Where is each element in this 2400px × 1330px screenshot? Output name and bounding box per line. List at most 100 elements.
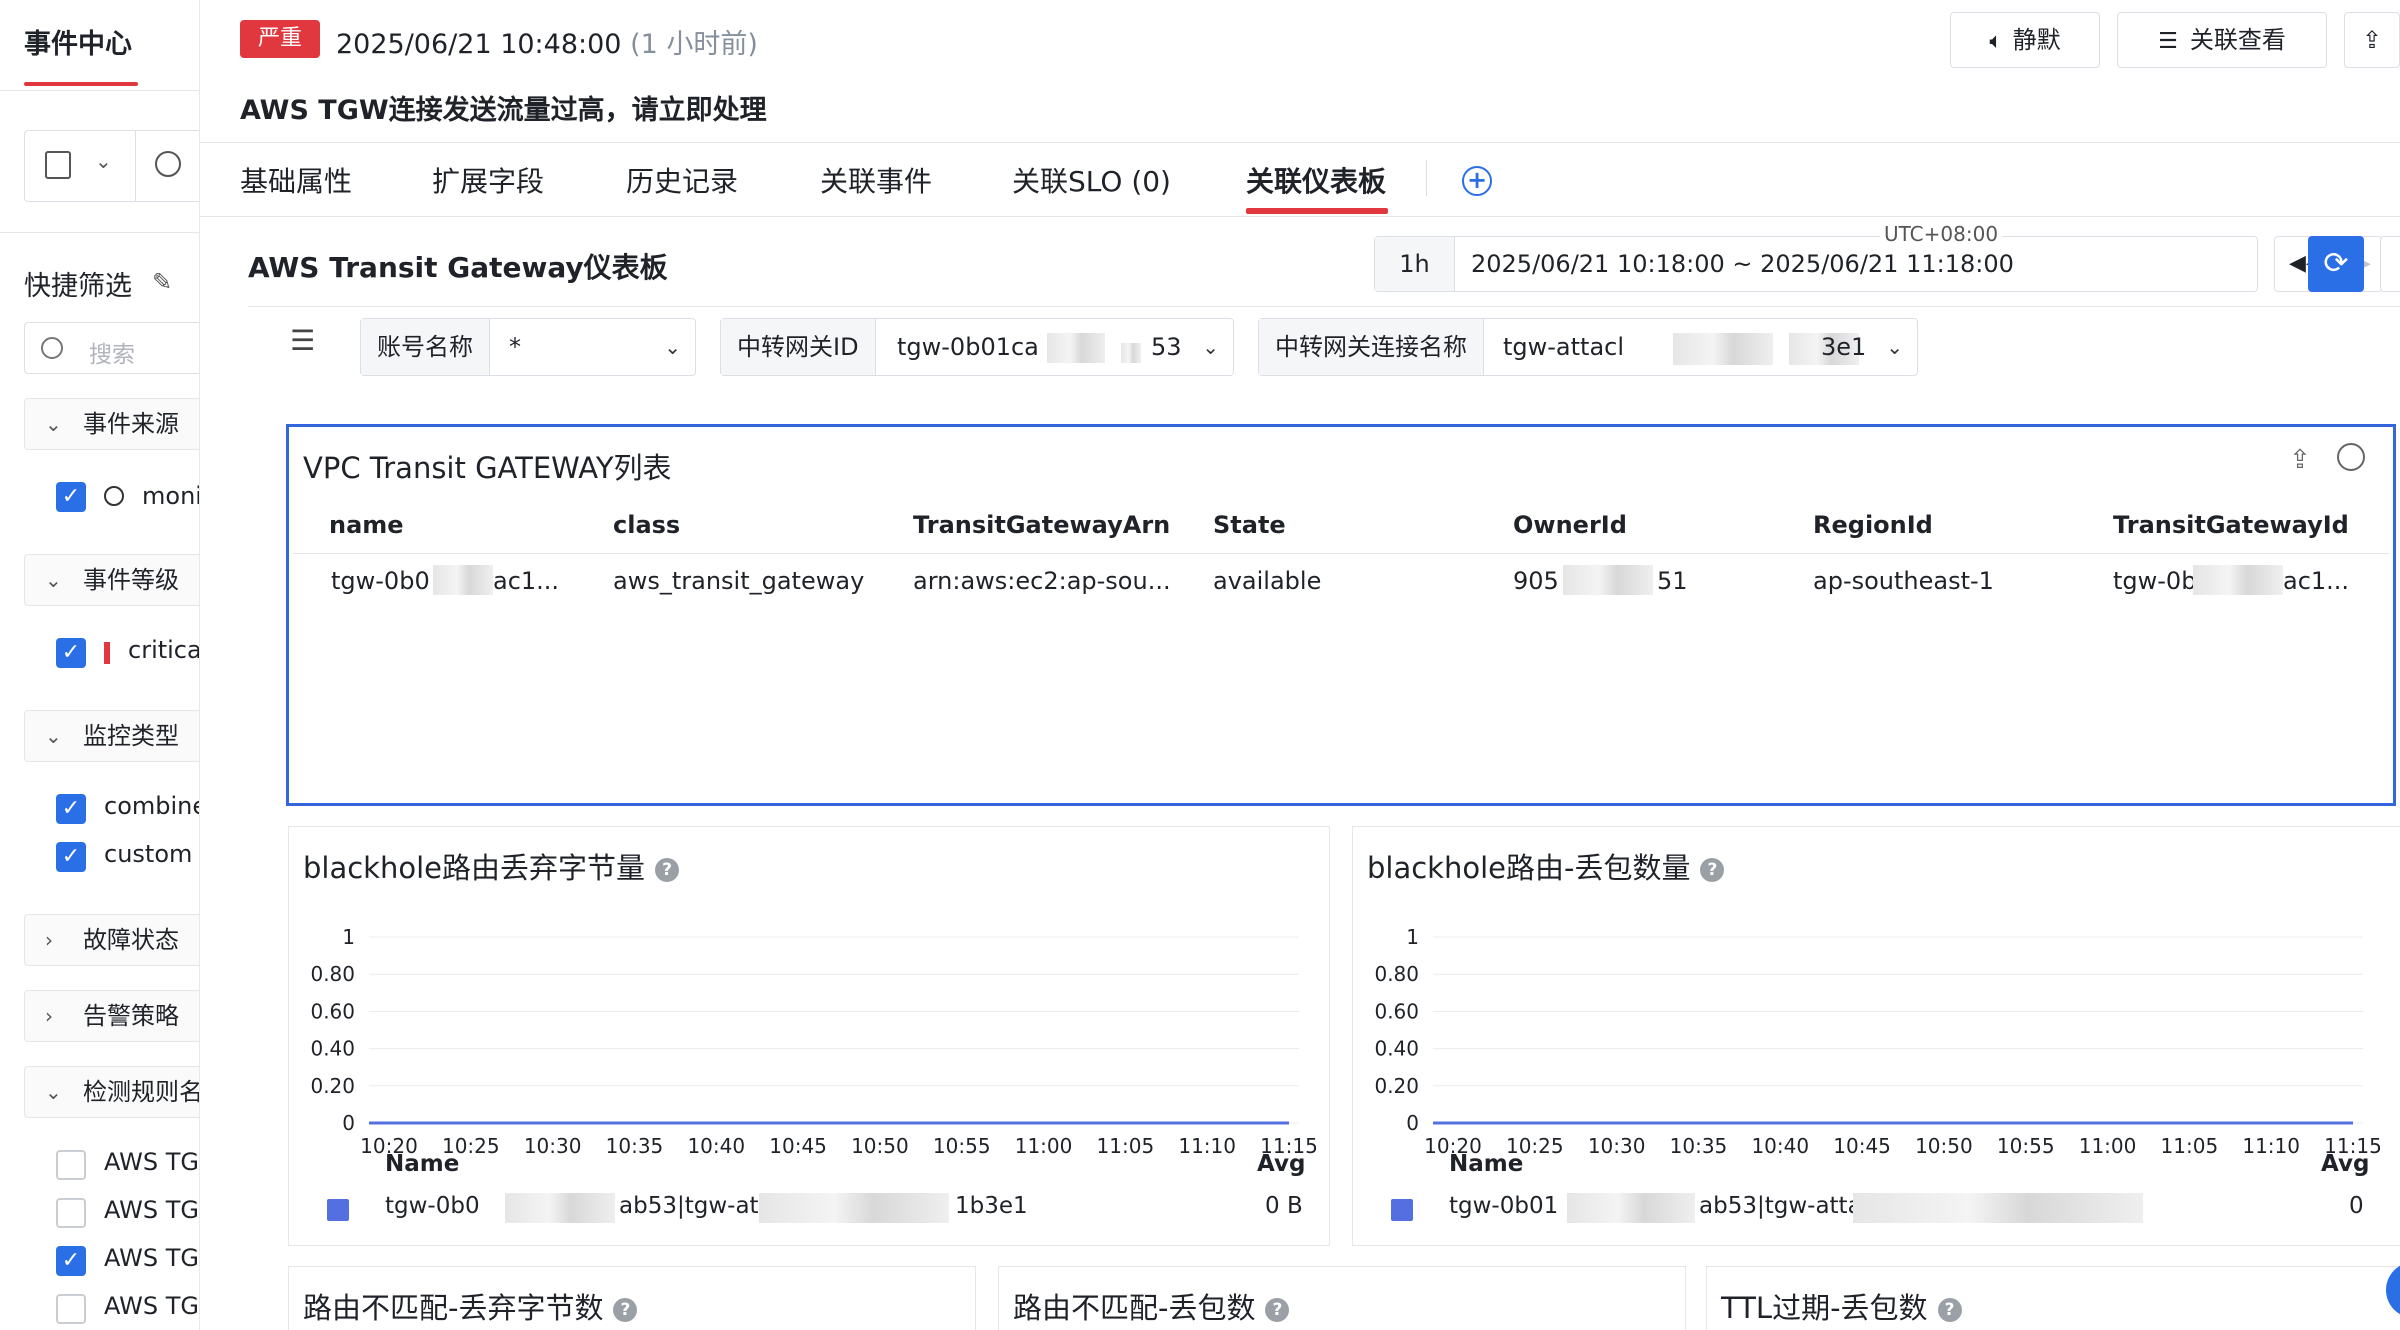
y-tick-label: 0.60 (1374, 999, 1419, 1023)
time-range-picker[interactable]: 1h 2025/06/21 10:18:00 ~ 2025/06/21 11:1… (1374, 236, 2258, 292)
table-row[interactable]: tgw-0b0 ac1... aws_transit_gateway arn:a… (293, 555, 2389, 609)
x-tick-label: 10:45 (769, 1134, 827, 1158)
group-alert-policy[interactable]: › 告警策略 (24, 990, 199, 1042)
column-header[interactable]: OwnerId (1513, 511, 1627, 539)
redacted-block (1567, 1193, 1695, 1223)
mute-button[interactable]: 🔈︎ 静默 (1950, 12, 2100, 68)
y-tick-label: 0.80 (310, 962, 355, 986)
chevron-down-icon: ⌄ (45, 412, 62, 436)
chart-panel-route-mismatch-packets[interactable]: 路由不匹配-丢包数? (998, 1266, 1686, 1330)
tab-basic-attrs[interactable]: 基础属性 (240, 160, 352, 200)
group-event-source[interactable]: ⌄ 事件来源 (24, 398, 199, 450)
divider (0, 232, 199, 233)
redacted-block (1047, 333, 1105, 363)
legend-series-prefix[interactable]: tgw-0b01 (1449, 1193, 1558, 1219)
redacted-block (1121, 343, 1141, 363)
collapse-button[interactable] (2380, 236, 2400, 292)
share-button[interactable]: ⇪ (2344, 12, 2400, 68)
legend-avg-value: 0 B (1265, 1193, 1303, 1219)
filter-attachment-name[interactable]: 中转网关连接名称 tgw-attacl 3e1 ⌄ (1258, 318, 1918, 376)
chart-panel-ttl-expired-packets[interactable]: TTL过期-丢包数? (1706, 1266, 2400, 1330)
legend-series-prefix[interactable]: tgw-0b0 (385, 1193, 480, 1219)
column-header[interactable]: RegionId (1813, 511, 1933, 539)
chart-panel-route-mismatch-bytes[interactable]: 路由不匹配-丢弃字节数? (288, 1266, 976, 1330)
legend-series-mid[interactable]: ab53|tgw-atta (1699, 1193, 1862, 1219)
column-header[interactable]: State (1213, 511, 1286, 539)
column-header[interactable]: TransitGatewayId (2113, 511, 2349, 539)
filter-account-name[interactable]: 账号名称 * ⌄ (360, 318, 696, 376)
filter-transit-gateway-id[interactable]: 中转网关ID tgw-0b01ca 53 ⌄ (720, 318, 1234, 376)
group-rule-name[interactable]: ⌄ 检测规则名 (24, 1066, 199, 1118)
tab-related-slo[interactable]: 关联SLO (0) (1012, 160, 1171, 200)
filter-label: 中转网关ID (721, 319, 876, 375)
help-icon[interactable]: ? (655, 858, 679, 882)
active-tab-indicator (1246, 208, 1388, 214)
group-monitor-type[interactable]: ⌄ 监控类型 (24, 710, 199, 762)
event-relative-time: (1 小时前) (630, 29, 758, 60)
tab-related-events[interactable]: 关联事件 (820, 160, 932, 200)
filter-value-suffix: 3e1 (1821, 333, 1867, 361)
legend-series-suffix[interactable]: 1b3e1 (955, 1193, 1028, 1219)
search-icon[interactable] (155, 151, 181, 177)
redacted-block (1673, 333, 1773, 365)
filter-search-input[interactable]: 搜索 (24, 322, 199, 374)
y-tick-label: 0.80 (1374, 962, 1419, 986)
help-icon[interactable]: ? (1265, 1298, 1290, 1322)
x-tick-label: 10:30 (1588, 1134, 1646, 1158)
y-tick-label: 0.40 (1374, 1037, 1419, 1061)
x-tick-label: 10:45 (1833, 1134, 1891, 1158)
sidebar-title[interactable]: 事件中心 (24, 22, 132, 61)
legend-name-header: Name (385, 1151, 460, 1177)
divider (1426, 160, 1427, 196)
mute-label: 静默 (2012, 26, 2061, 54)
chart-panel-blackhole-packets[interactable]: blackhole路由-丢包数量? 0 0.20 0.40 0.60 0.80 1 10:2… (1352, 826, 2400, 1246)
event-time: 2025/06/21 10:48:00 (1 小时前) (336, 22, 758, 61)
legend-series-mid[interactable]: ab53|tgw-at (619, 1193, 759, 1219)
checkbox[interactable]: ✓ (56, 638, 86, 668)
add-tab-icon[interactable]: + (1462, 166, 1492, 196)
tab-history[interactable]: 历史记录 (626, 160, 738, 200)
checkbox[interactable]: ✓ (56, 482, 86, 512)
zoom-icon[interactable] (2337, 443, 2365, 471)
monitor-type-item: combine (104, 792, 200, 820)
checkbox[interactable]: ✓ (56, 842, 86, 872)
help-icon[interactable]: ? (613, 1298, 638, 1322)
cell-arn: arn:aws:ec2:ap-sou... (913, 567, 1171, 595)
help-icon[interactable]: ? (1937, 1298, 1962, 1322)
group-label: 告警策略 (83, 1002, 179, 1030)
chevron-down-icon[interactable]: ⌄ (95, 149, 112, 173)
related-view-button[interactable]: ☰ 关联查看 (2117, 12, 2327, 68)
quick-range-button[interactable]: 1h (1375, 237, 1455, 291)
column-header[interactable]: TransitGatewayArn (913, 511, 1170, 539)
group-label: 监控类型 (83, 722, 179, 750)
view-switcher[interactable]: ⌄ (24, 130, 199, 202)
tab-related-dashboard[interactable]: 关联仪表板 (1246, 160, 1386, 200)
search-placeholder: 搜索 (89, 342, 135, 368)
checkbox[interactable] (56, 1198, 86, 1228)
column-header[interactable]: class (613, 511, 680, 539)
cell-region: ap-southeast-1 (1813, 567, 1994, 595)
redacted-block (1853, 1193, 2143, 1223)
export-icon[interactable]: ⇪ (2289, 445, 2311, 475)
checkbox[interactable]: ✓ (56, 794, 86, 824)
group-event-level[interactable]: ⌄ 事件等级 (24, 554, 199, 606)
divider (248, 306, 2400, 307)
checkbox[interactable] (56, 1294, 86, 1324)
x-tick-label: 10:55 (1997, 1134, 2055, 1158)
tab-extended-fields[interactable]: 扩展字段 (432, 160, 544, 200)
refresh-icon[interactable]: ⟳ (2308, 236, 2364, 292)
group-fault-status[interactable]: › 故障状态 (24, 914, 199, 966)
help-icon[interactable]: ? (1700, 858, 1725, 882)
list-view-icon[interactable] (45, 151, 71, 179)
chart-panel-blackhole-bytes[interactable]: blackhole路由丢弃字节量? 0 0.20 0.40 0.60 0.80 1 10:2… (288, 826, 1330, 1246)
checkbox[interactable]: ✓ (56, 1246, 86, 1276)
edit-icon[interactable]: ✎ (152, 268, 172, 296)
y-tick-label: 0 (1406, 1111, 1419, 1135)
source-item: moni (142, 482, 200, 510)
checkbox[interactable] (56, 1150, 86, 1180)
column-header[interactable]: name (329, 511, 404, 539)
legend-avg-header: Avg (1257, 1151, 1306, 1177)
filter-icon[interactable]: ☰ (290, 324, 315, 357)
chevron-down-icon: ⌄ (1202, 335, 1219, 359)
table-panel[interactable]: VPC Transit GATEWAY列表 ⇪ name class Trans… (286, 424, 2396, 806)
